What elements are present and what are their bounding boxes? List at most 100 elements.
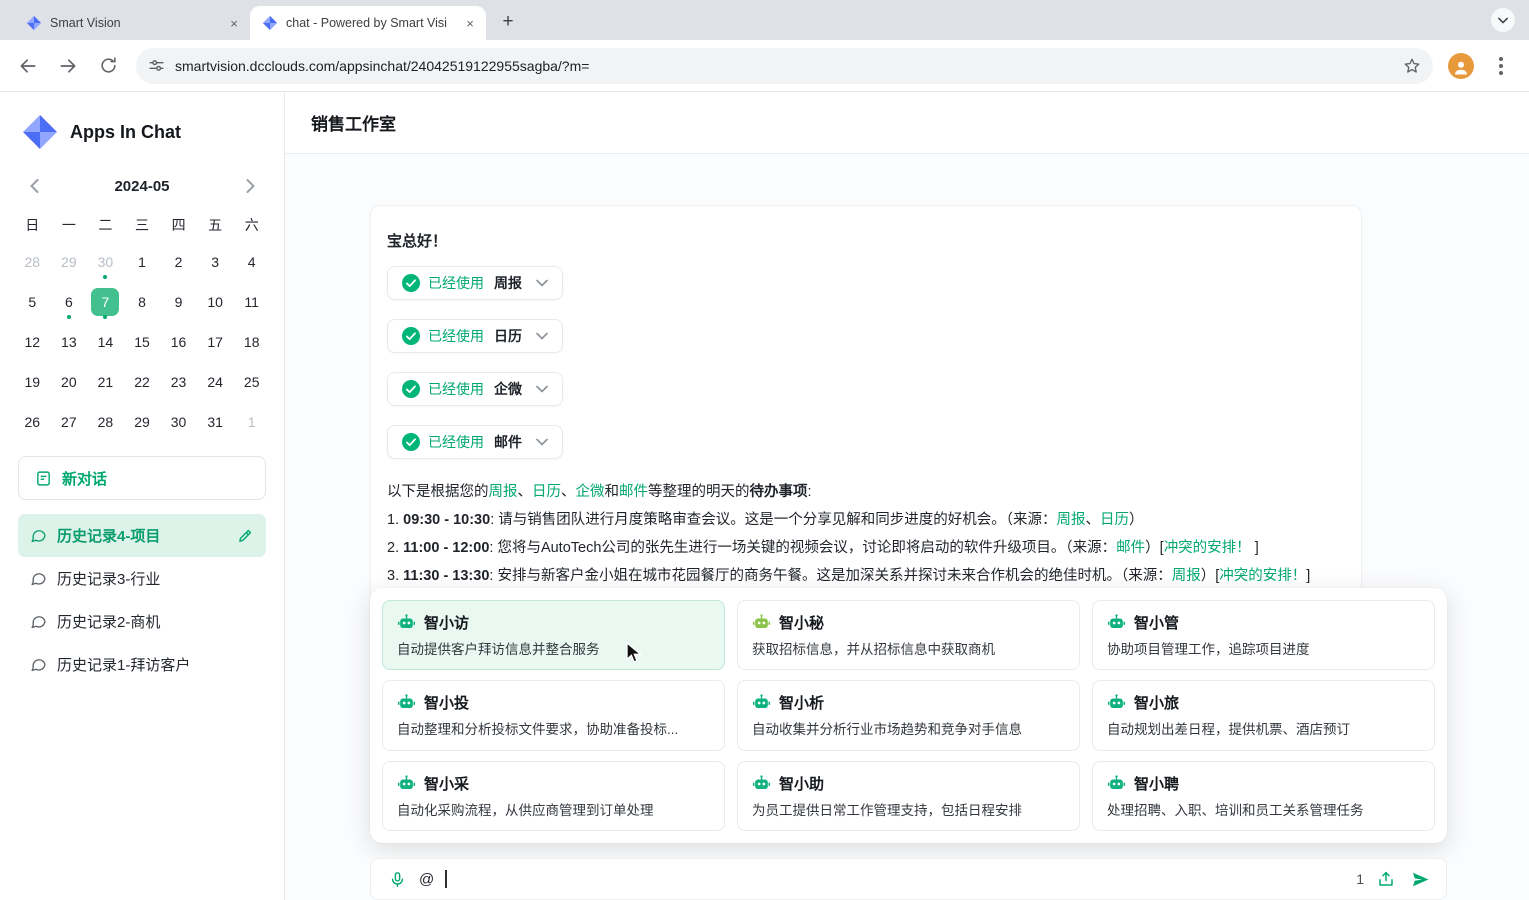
inline-link[interactable]: 周报 [1057, 512, 1086, 528]
calendar-day[interactable]: 21 [87, 362, 124, 402]
calendar-day[interactable]: 22 [124, 362, 161, 402]
inline-link[interactable]: 周报 [1172, 568, 1201, 584]
reload-button[interactable] [90, 48, 126, 84]
bookmark-star-icon[interactable] [1403, 57, 1421, 75]
address-bar[interactable]: smartvision.dcclouds.com/appsinchat/2404… [136, 48, 1433, 84]
inline-link[interactable]: 邮件 [1116, 540, 1145, 556]
back-button[interactable] [10, 48, 46, 84]
calendar-day[interactable]: 10 [197, 282, 234, 322]
calendar-day[interactable]: 27 [51, 402, 88, 442]
tab-smart-vision[interactable]: Smart Vision × [14, 6, 250, 40]
calendar-day[interactable]: 2 [160, 242, 197, 282]
robot-icon [752, 693, 771, 712]
calendar-day[interactable]: 30 [87, 242, 124, 282]
calendar-day[interactable]: 20 [51, 362, 88, 402]
inline-link[interactable]: 日历 [532, 484, 561, 500]
calendar-day[interactable]: 30 [160, 402, 197, 442]
message-input-bar[interactable]: @ 1 [370, 858, 1447, 900]
history-item[interactable]: 历史记录3-行业 [18, 557, 266, 600]
inline-link[interactable]: 周报 [489, 484, 518, 500]
tab-chat-active[interactable]: chat - Powered by Smart Visi × [250, 6, 486, 40]
calendar-day[interactable]: 17 [197, 322, 234, 362]
calendar-next-icon[interactable] [238, 174, 262, 198]
agent-card[interactable]: 智小访 自动提供客户拜访信息并整合服务 [382, 600, 725, 670]
calendar-day[interactable]: 1 [233, 402, 270, 442]
chevron-down-icon[interactable] [536, 332, 548, 340]
calendar-day[interactable]: 24 [197, 362, 234, 402]
history-item[interactable]: 历史记录1-拜访客户 [18, 643, 266, 686]
site-settings-icon[interactable] [148, 57, 165, 74]
inline-link[interactable]: 冲突的安排！ [1164, 540, 1251, 556]
forward-button[interactable] [50, 48, 86, 84]
agent-card[interactable]: 智小管 协助项目管理工作，追踪项目进度 [1092, 600, 1435, 670]
calendar-day[interactable]: 18 [233, 322, 270, 362]
tab-search-button[interactable] [1491, 8, 1515, 32]
event-dot [103, 315, 107, 319]
new-chat-button[interactable]: 新对话 [18, 456, 266, 500]
upload-icon[interactable] [1374, 867, 1398, 891]
calendar-day[interactable]: 31 [197, 402, 234, 442]
calendar-day[interactable]: 28 [14, 242, 51, 282]
calendar-day[interactable]: 28 [87, 402, 124, 442]
chevron-down-icon[interactable] [536, 279, 548, 287]
new-tab-button[interactable]: + [494, 8, 522, 36]
calendar-day[interactable]: 9 [160, 282, 197, 322]
edit-pencil-icon[interactable] [237, 527, 254, 544]
calendar-day[interactable]: 16 [160, 322, 197, 362]
calendar-day[interactable]: 15 [124, 322, 161, 362]
agent-card[interactable]: 智小秘 获取招标信息，并从招标信息中获取商机 [737, 600, 1080, 670]
agent-card[interactable]: 智小采 自动化采购流程，从供应商管理到订单处理 [382, 761, 725, 831]
used-tool-pill[interactable]: 已经使用 日历 [387, 319, 563, 353]
calendar-prev-icon[interactable] [22, 174, 46, 198]
calendar-day[interactable]: 11 [233, 282, 270, 322]
browser-tab-strip: Smart Vision × chat - Powered by Smart V… [0, 0, 1529, 40]
agent-card[interactable]: 智小旅 自动规划出差日程，提供机票、酒店预订 [1092, 680, 1435, 750]
pill-tool-label: 周报 [494, 273, 522, 293]
tab-close-icon[interactable]: × [226, 15, 242, 31]
microphone-icon[interactable] [385, 867, 409, 891]
calendar-day[interactable]: 3 [197, 242, 234, 282]
calendar-day[interactable]: 26 [14, 402, 51, 442]
inline-link[interactable]: 企微 [576, 484, 605, 500]
calendar-day[interactable]: 8 [124, 282, 161, 322]
calendar-day[interactable]: 13 [51, 322, 88, 362]
used-tool-pill[interactable]: 已经使用 周报 [387, 266, 563, 300]
calendar-day[interactable]: 4 [233, 242, 270, 282]
history-item[interactable]: 历史记录4-项目 [18, 514, 266, 557]
used-tool-pill[interactable]: 已经使用 邮件 [387, 425, 563, 459]
tab-close-icon[interactable]: × [462, 15, 478, 31]
inline-link[interactable]: 冲突的安排！ [1219, 568, 1306, 584]
chevron-down-icon[interactable] [536, 385, 548, 393]
profile-button[interactable] [1443, 48, 1479, 84]
agent-name: 智小旅 [1134, 692, 1179, 713]
inline-link[interactable]: 日历 [1100, 512, 1129, 528]
calendar-day[interactable]: 7 [87, 282, 124, 322]
message-input-value[interactable]: @ [419, 871, 434, 888]
agent-card[interactable]: 智小投 自动整理和分析投标文件要求，协助准备投标... [382, 680, 725, 750]
robot-icon [397, 693, 416, 712]
robot-icon [397, 774, 416, 793]
chevron-down-icon[interactable] [536, 438, 548, 446]
calendar-day[interactable]: 29 [124, 402, 161, 442]
calendar-day[interactable]: 5 [14, 282, 51, 322]
chat-content: 宝总好！ 已经使用 周报 已经使用 日历 已经使用 企微 已经使用 [285, 154, 1529, 900]
agent-description: 自动整理和分析投标文件要求，协助准备投标... [397, 718, 710, 738]
calendar-day[interactable]: 6 [51, 282, 88, 322]
calendar-day[interactable]: 1 [124, 242, 161, 282]
calendar-day[interactable]: 14 [87, 322, 124, 362]
calendar-day[interactable]: 29 [51, 242, 88, 282]
agent-card[interactable]: 智小析 自动收集并分析行业市场趋势和竞争对手信息 [737, 680, 1080, 750]
calendar-day[interactable]: 12 [14, 322, 51, 362]
text-segment: 待办事项 [750, 484, 808, 500]
calendar-day[interactable]: 25 [233, 362, 270, 402]
calendar-day[interactable]: 23 [160, 362, 197, 402]
url-text[interactable]: smartvision.dcclouds.com/appsinchat/2404… [175, 58, 1393, 74]
send-icon[interactable] [1408, 867, 1432, 891]
inline-link[interactable]: 邮件 [619, 484, 648, 500]
agent-card[interactable]: 智小聘 处理招聘、入职、培训和员工关系管理任务 [1092, 761, 1435, 831]
agent-card[interactable]: 智小助 为员工提供日常工作管理支持，包括日程安排 [737, 761, 1080, 831]
used-tool-pill[interactable]: 已经使用 企微 [387, 372, 563, 406]
calendar-day[interactable]: 19 [14, 362, 51, 402]
history-item[interactable]: 历史记录2-商机 [18, 600, 266, 643]
menu-kebab-icon[interactable] [1483, 48, 1519, 84]
